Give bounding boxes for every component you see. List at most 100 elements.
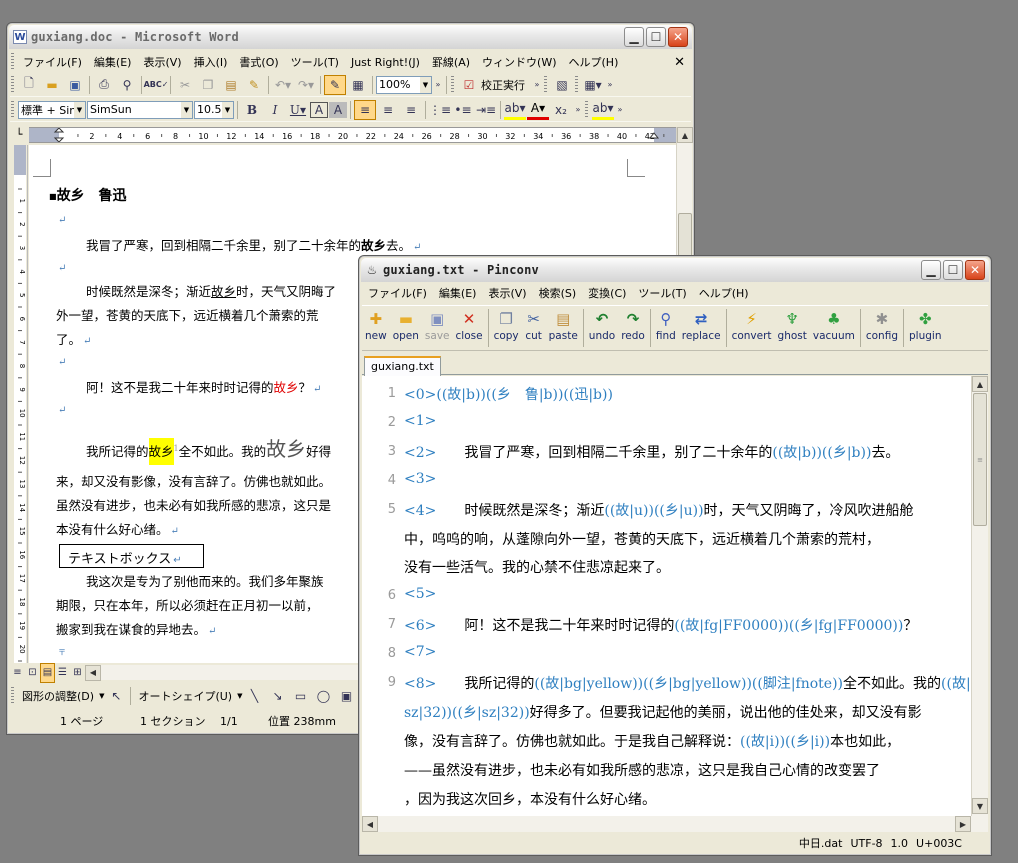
- italic-icon[interactable]: I: [264, 100, 286, 120]
- align-right-icon[interactable]: ≡: [400, 100, 422, 120]
- word-titlebar[interactable]: W guxiang.doc - Microsoft Word ▁ ☐ ✕: [9, 25, 692, 49]
- toolbar-grip[interactable]: [575, 75, 578, 94]
- toolbar-overflow-icon[interactable]: »: [615, 100, 625, 120]
- vertical-ruler[interactable]: 123456789101112131415161718192021: [10, 145, 28, 663]
- select-objects-icon[interactable]: ↖: [105, 686, 127, 706]
- ghost-button[interactable]: ♆ ghost: [775, 308, 810, 348]
- editor-vertical-scrollbar[interactable]: ▲ ≡ ▼: [971, 376, 988, 816]
- vacuum-button[interactable]: ♣ vacuum: [810, 308, 858, 348]
- spelling-icon[interactable]: ABC✓: [144, 75, 169, 95]
- outline-view-icon[interactable]: ☰: [55, 663, 70, 683]
- menu-search[interactable]: 検索(S): [533, 285, 583, 301]
- new-doc-icon[interactable]: 🗋: [18, 75, 40, 95]
- line-icon[interactable]: ╲: [243, 686, 265, 706]
- print-preview-icon[interactable]: ⚲: [116, 75, 138, 95]
- toolbar-grip[interactable]: [451, 75, 454, 94]
- text-box[interactable]: テキストボックス ↵: [59, 544, 204, 568]
- menu-justright[interactable]: Just Right!(J): [345, 56, 426, 69]
- table-insert-icon[interactable]: ▦: [347, 75, 369, 95]
- menu-format[interactable]: 書式(O): [233, 54, 284, 70]
- web-view-icon[interactable]: ⊡: [25, 663, 40, 683]
- autoshapes-menu[interactable]: オートシェイプ(U): [134, 688, 236, 704]
- numbering-icon[interactable]: ⋮≡: [429, 100, 451, 120]
- menu-convert[interactable]: 変換(C): [582, 285, 632, 301]
- close-document-icon[interactable]: ✕: [668, 55, 691, 70]
- menu-file[interactable]: ファイル(F): [17, 54, 88, 70]
- indent-icon[interactable]: ⇥≡: [475, 100, 497, 120]
- toolbar-grip[interactable]: [544, 75, 547, 94]
- toolbar-overflow-icon[interactable]: »: [573, 100, 583, 120]
- highlight-icon[interactable]: ab▾: [592, 100, 614, 120]
- menu-file[interactable]: ファイル(F): [362, 285, 433, 301]
- menu-insert[interactable]: 挿入(I): [188, 54, 234, 70]
- paste-button[interactable]: ▤ paste: [546, 308, 581, 348]
- font-select[interactable]: SimSun ▼: [87, 100, 193, 119]
- scroll-up-button[interactable]: ▲: [972, 376, 988, 392]
- underline-icon[interactable]: U▾: [287, 100, 309, 120]
- menu-view[interactable]: 表示(V): [482, 285, 532, 301]
- editor-horizontal-scrollbar[interactable]: ◀ ▶: [362, 816, 988, 832]
- menu-table[interactable]: 罫線(A): [426, 54, 476, 70]
- toolbar-grip[interactable]: [11, 75, 14, 94]
- textbox-icon[interactable]: ▣: [335, 686, 357, 706]
- convert-button[interactable]: ⚡ convert: [729, 308, 775, 348]
- scroll-right-button[interactable]: ▶: [955, 816, 971, 832]
- spell-check-button[interactable]: 校正実行: [481, 77, 531, 93]
- char-border-icon[interactable]: A: [310, 101, 328, 118]
- drawing-toggle-icon[interactable]: ✎: [324, 74, 346, 95]
- scroll-left-button[interactable]: ◀: [362, 816, 378, 832]
- toolbar-overflow-icon[interactable]: »: [605, 75, 615, 95]
- menu-tools[interactable]: ツール(T): [285, 54, 345, 70]
- scroll-down-button[interactable]: ▼: [972, 798, 988, 814]
- cut-button[interactable]: ✂ cut: [522, 308, 546, 348]
- font-size-select[interactable]: 10.5 ▼: [194, 100, 234, 119]
- minimize-button[interactable]: ▁: [624, 27, 644, 47]
- menu-edit[interactable]: 編集(E): [433, 285, 483, 301]
- scroll-thumb[interactable]: ≡: [973, 393, 987, 526]
- editor-area[interactable]: 1 <0>((故|b))((乡 鲁|b))((迅|b)) 2 <1> 3 <2> 我冒了严…: [362, 376, 971, 816]
- new-button[interactable]: ✚ new: [362, 308, 390, 348]
- replace-button[interactable]: ⇄ replace: [679, 308, 724, 348]
- normal-view-icon[interactable]: ≡: [10, 663, 25, 683]
- minimize-button[interactable]: ▁: [921, 260, 941, 280]
- oval-icon[interactable]: ◯: [312, 686, 334, 706]
- horizontal-ruler[interactable]: 2 4 6 8 10 12 14 16 18 20 22 24 26 28 30 32 34 36 38 40 42: [29, 127, 692, 143]
- save-icon[interactable]: ▣: [64, 75, 86, 95]
- zoom-select[interactable]: 100% ▼: [376, 75, 432, 94]
- maximize-button[interactable]: ☐: [943, 260, 963, 280]
- draw-menu[interactable]: 図形の調整(D): [18, 688, 98, 704]
- undo-icon[interactable]: ↶▾: [272, 75, 294, 95]
- scroll-up-button[interactable]: ▲: [677, 127, 693, 143]
- toolbar-grip[interactable]: [11, 100, 14, 119]
- tab-selector[interactable]: └: [10, 125, 28, 143]
- undo-button[interactable]: ↶ undo: [586, 308, 618, 348]
- tab-guxiang[interactable]: guxiang.txt: [364, 356, 441, 376]
- plugin-button[interactable]: ✤ plugin: [906, 308, 944, 348]
- paste-icon[interactable]: ▤: [220, 75, 242, 95]
- menu-help[interactable]: ヘルプ(H): [563, 54, 625, 70]
- spell-check-icon[interactable]: ☑: [458, 75, 480, 95]
- reading-view-icon[interactable]: ⊞: [70, 663, 85, 683]
- menu-view[interactable]: 表示(V): [137, 54, 187, 70]
- copy-icon[interactable]: ❐: [197, 75, 219, 95]
- style-select[interactable]: 標準 + Sin ▼: [18, 100, 86, 119]
- maximize-button[interactable]: ☐: [646, 27, 666, 47]
- menubar-grip[interactable]: [11, 53, 14, 71]
- close-button[interactable]: ✕ close: [453, 308, 486, 348]
- config-button[interactable]: ✱ config: [863, 308, 901, 348]
- pinconv-titlebar[interactable]: ♨ guxiang.txt - Pinconv ▁ ☐ ✕: [361, 258, 989, 282]
- scroll-left-button[interactable]: ◀: [85, 664, 101, 681]
- menu-tools[interactable]: ツール(T): [632, 285, 692, 301]
- find-button[interactable]: ⚲ find: [653, 308, 679, 348]
- font-color-icon[interactable]: A▾: [527, 100, 549, 120]
- redo-button[interactable]: ↷ redo: [618, 308, 648, 348]
- copy-button[interactable]: ❐ copy: [491, 308, 522, 348]
- align-center-icon[interactable]: ≡: [377, 100, 399, 120]
- document-map-icon[interactable]: ▧: [551, 75, 573, 95]
- toolbar-grip[interactable]: [11, 687, 14, 705]
- align-justify-icon[interactable]: ≡: [354, 99, 376, 120]
- cut-icon[interactable]: ✂: [174, 75, 196, 95]
- arrow-icon[interactable]: ↘: [266, 686, 288, 706]
- toolbar-overflow-icon[interactable]: »: [532, 75, 542, 95]
- highlight-icon[interactable]: ab▾: [504, 100, 526, 120]
